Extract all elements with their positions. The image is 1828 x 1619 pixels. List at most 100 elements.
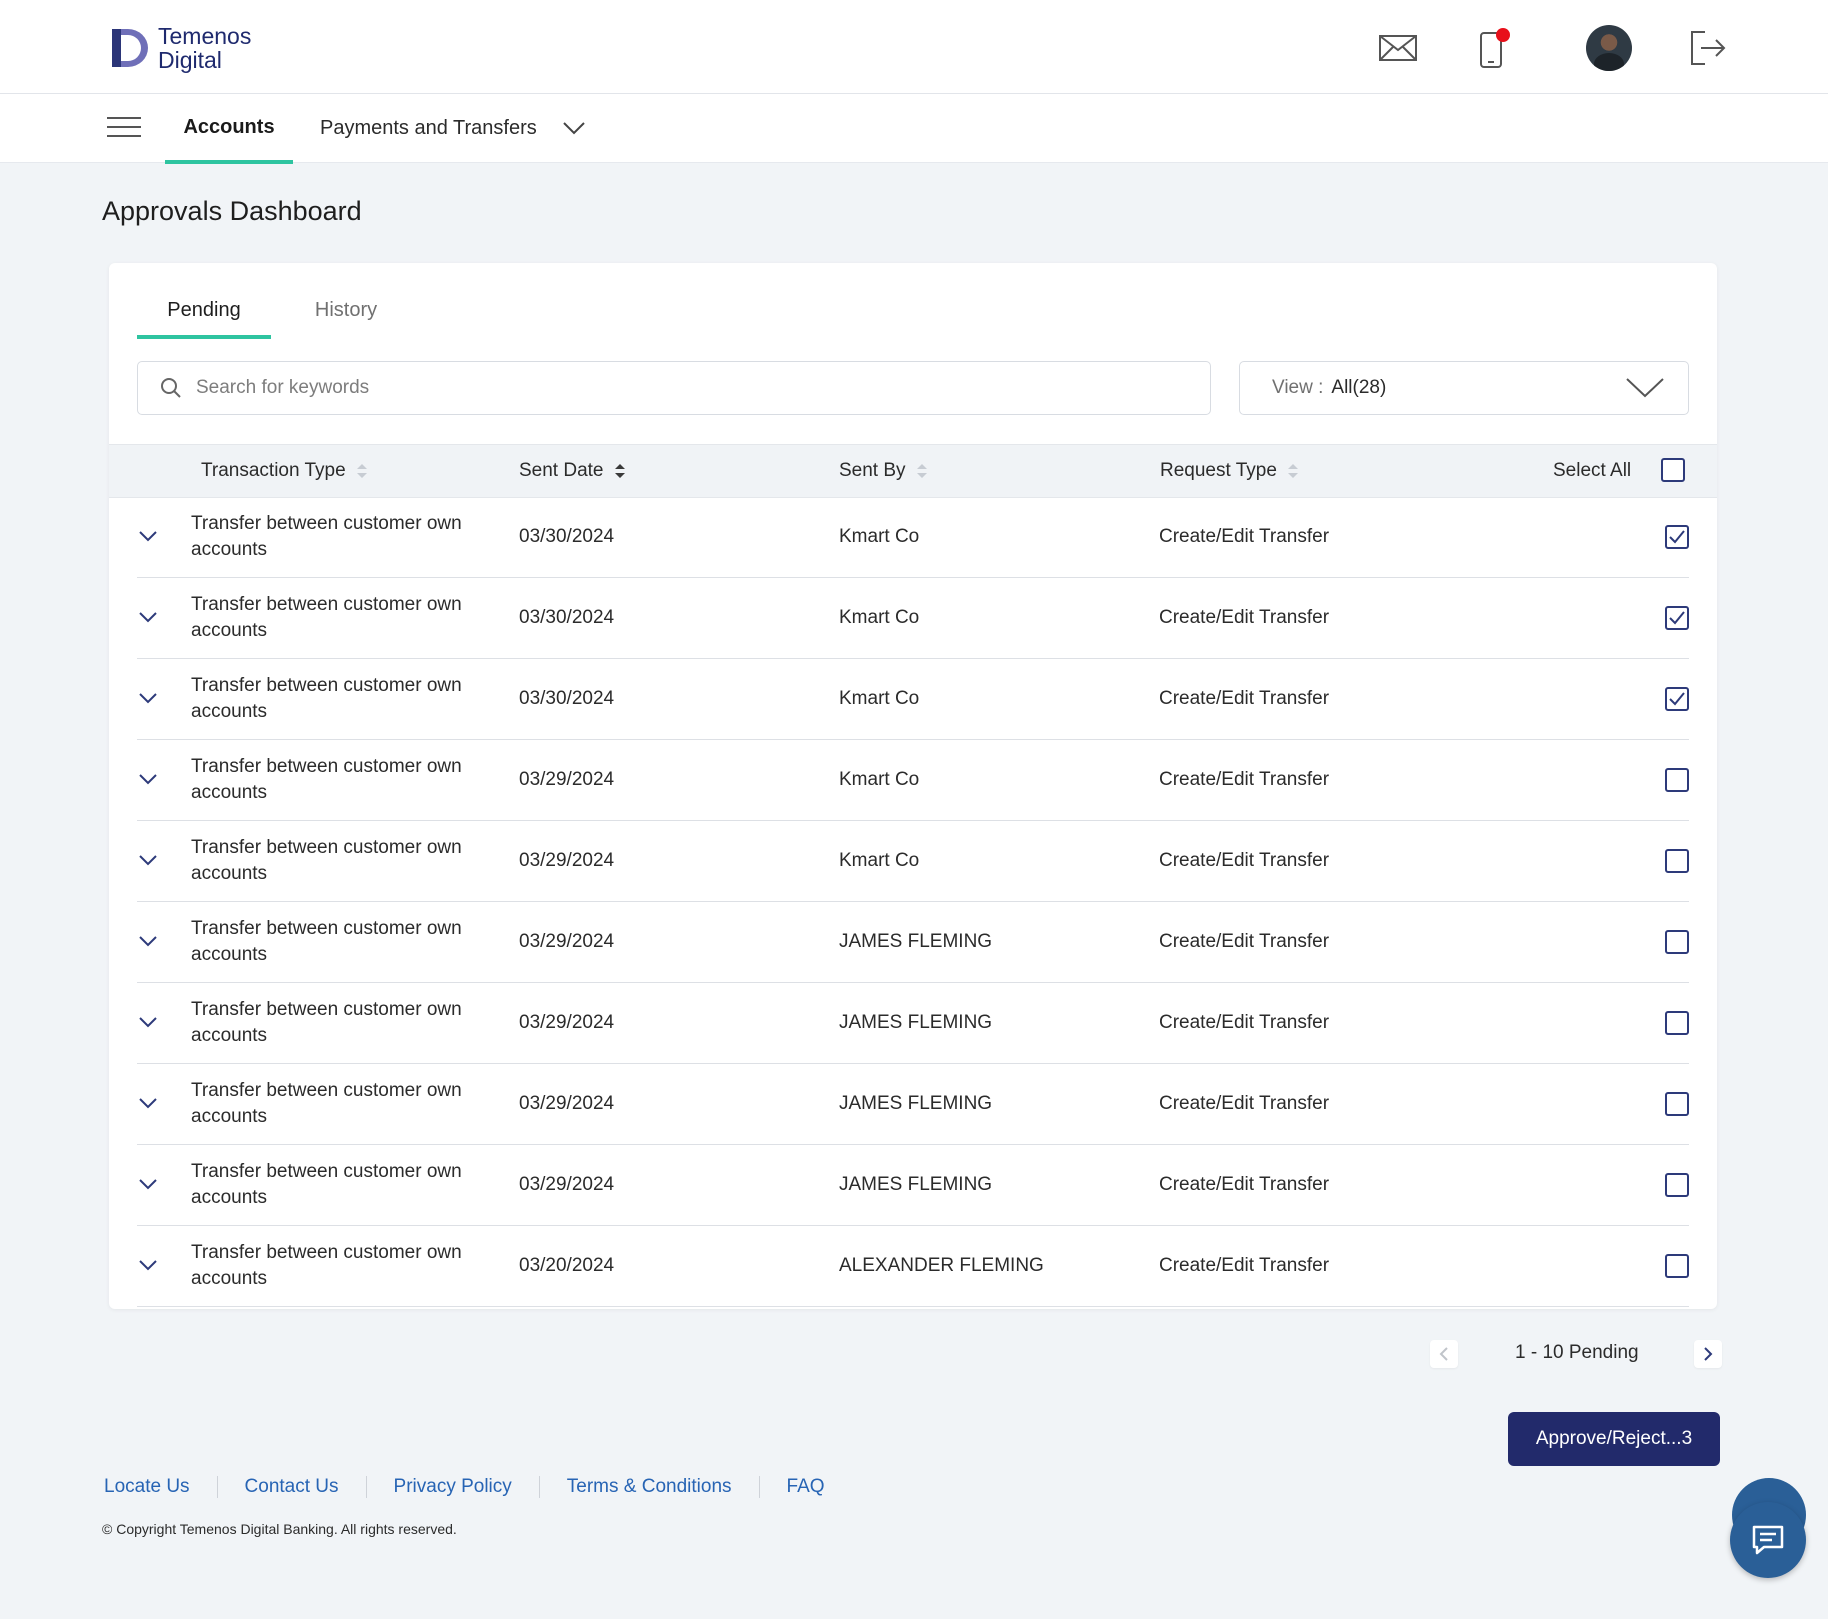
expand-row-chevron-icon[interactable] — [137, 1011, 159, 1033]
table-row[interactable]: Transfer between customer own accounts 03… — [137, 1145, 1689, 1226]
next-page-button[interactable] — [1694, 1340, 1722, 1368]
column-header-sent-date[interactable]: Sent Date — [519, 445, 626, 497]
column-header-sent-by[interactable]: Sent By — [839, 445, 928, 497]
cell-sent-date: 03/29/2024 — [519, 1093, 615, 1114]
sort-icon — [1287, 464, 1298, 478]
view-filter-dropdown[interactable]: View : All(28) — [1239, 361, 1689, 415]
cell-sent-by: Kmart Co — [839, 850, 920, 871]
search-icon — [161, 378, 181, 398]
cell-sent-date: 03/29/2024 — [519, 769, 615, 790]
cell-request-type: Create/Edit Transfer — [1159, 931, 1330, 952]
row-checkbox[interactable] — [1665, 606, 1689, 630]
cell-sent-by: Kmart Co — [839, 526, 920, 547]
cell-request-type: Create/Edit Transfer — [1159, 1174, 1330, 1195]
logout-icon[interactable] — [1686, 26, 1730, 70]
cell-sent-by: ALEXANDER FLEMING — [839, 1255, 1044, 1276]
chat-button[interactable] — [1730, 1502, 1806, 1578]
view-value: All(28) — [1331, 377, 1387, 398]
approvals-card: Pending History View : All(28) Transacti… — [109, 263, 1717, 1309]
approve-reject-button[interactable]: Approve/Reject...3 — [1508, 1412, 1720, 1466]
tab-pending[interactable]: Pending — [137, 285, 271, 339]
copyright-text: © Copyright Temenos Digital Banking. All… — [102, 1521, 457, 1537]
cell-sent-by: Kmart Co — [839, 607, 920, 628]
footer-link-terms-conditions[interactable]: Terms & Conditions — [567, 1476, 732, 1498]
cell-sent-by: JAMES FLEMING — [839, 931, 993, 952]
row-checkbox[interactable] — [1665, 1092, 1689, 1116]
table-row[interactable]: Transfer between customer own accounts 03… — [137, 902, 1689, 983]
table-row[interactable]: Transfer between customer own accounts 03… — [137, 1226, 1689, 1307]
nav-tab-payments-transfers[interactable]: Payments and Transfers — [320, 94, 585, 162]
table-row[interactable]: Transfer between customer own accounts 03… — [137, 1064, 1689, 1145]
cell-sent-date: 03/30/2024 — [519, 688, 615, 709]
footer-divider — [758, 1476, 760, 1498]
table-row[interactable]: Transfer between customer own accounts 03… — [137, 497, 1689, 578]
previous-page-button[interactable] — [1430, 1340, 1458, 1368]
footer-link-faq[interactable]: FAQ — [787, 1476, 825, 1498]
row-checkbox[interactable] — [1665, 1173, 1689, 1197]
sort-icon — [356, 464, 367, 478]
cell-transaction-type: Transfer between customer own accounts — [191, 675, 462, 722]
page-title: Approvals Dashboard — [102, 196, 362, 226]
row-checkbox[interactable] — [1665, 525, 1689, 549]
nav-tab-accounts[interactable]: Accounts — [165, 94, 293, 164]
cell-transaction-type: Transfer between customer own accounts — [191, 756, 462, 803]
cell-sent-date: 03/29/2024 — [519, 1012, 615, 1033]
expand-row-chevron-icon[interactable] — [137, 1173, 159, 1195]
cell-request-type: Create/Edit Transfer — [1159, 850, 1330, 871]
row-checkbox[interactable] — [1665, 768, 1689, 792]
table-row[interactable]: Transfer between customer own accounts 03… — [137, 821, 1689, 902]
cell-sent-date: 03/30/2024 — [519, 526, 615, 547]
row-checkbox[interactable] — [1665, 687, 1689, 711]
footer-link-contact-us[interactable]: Contact Us — [245, 1476, 339, 1498]
brand-logo[interactable]: Temenos Digital — [110, 24, 251, 72]
expand-row-chevron-icon[interactable] — [137, 1092, 159, 1114]
expand-row-chevron-icon[interactable] — [137, 606, 159, 628]
cell-sent-date: 03/20/2024 — [519, 1255, 615, 1276]
expand-row-chevron-icon[interactable] — [137, 1254, 159, 1276]
cell-sent-date: 03/29/2024 — [519, 850, 615, 871]
column-header-request-type[interactable]: Request Type — [1160, 445, 1299, 497]
cell-transaction-type: Transfer between customer own accounts — [191, 918, 462, 965]
cell-sent-date: 03/30/2024 — [519, 607, 615, 628]
table-header: Transaction Type Sent Date Sent By Reque… — [109, 444, 1717, 498]
cell-sent-by: JAMES FLEMING — [839, 1012, 993, 1033]
table-row[interactable]: Transfer between customer own accounts 03… — [137, 983, 1689, 1064]
row-checkbox[interactable] — [1665, 849, 1689, 873]
sort-icon — [916, 464, 927, 478]
expand-row-chevron-icon[interactable] — [137, 768, 159, 790]
footer-divider — [365, 1476, 367, 1498]
nav-payments-label: Payments and Transfers — [320, 116, 537, 139]
expand-row-chevron-icon[interactable] — [137, 687, 159, 709]
cell-sent-date: 03/29/2024 — [519, 1174, 615, 1195]
column-header-transaction-type[interactable]: Transaction Type — [201, 445, 368, 497]
row-checkbox[interactable] — [1665, 1254, 1689, 1278]
checkmark-icon — [1669, 611, 1685, 625]
expand-row-chevron-icon[interactable] — [137, 849, 159, 871]
mail-icon[interactable] — [1376, 26, 1420, 70]
sort-icon — [614, 464, 625, 478]
row-checkbox[interactable] — [1665, 1011, 1689, 1035]
cell-request-type: Create/Edit Transfer — [1159, 1093, 1330, 1114]
table-row[interactable]: Transfer between customer own accounts 03… — [137, 659, 1689, 740]
nav-accounts-label: Accounts — [183, 115, 275, 138]
expand-row-chevron-icon[interactable] — [137, 930, 159, 952]
footer-divider — [216, 1476, 218, 1498]
select-all-checkbox[interactable] — [1661, 458, 1685, 482]
checkmark-icon — [1669, 692, 1685, 706]
footer-link-locate-us[interactable]: Locate Us — [104, 1476, 190, 1498]
expand-row-chevron-icon[interactable] — [137, 525, 159, 547]
search-input[interactable] — [194, 376, 1178, 400]
row-checkbox[interactable] — [1665, 930, 1689, 954]
avatar[interactable] — [1586, 25, 1632, 71]
footer-link-privacy-policy[interactable]: Privacy Policy — [394, 1476, 512, 1498]
hamburger-menu-icon[interactable] — [107, 117, 141, 139]
chevron-down-icon — [563, 122, 585, 135]
table-row[interactable]: Transfer between customer own accounts 03… — [137, 740, 1689, 821]
cell-request-type: Create/Edit Transfer — [1159, 688, 1330, 709]
mobile-notification-icon[interactable] — [1473, 26, 1517, 70]
table-row[interactable]: Transfer between customer own accounts 03… — [137, 578, 1689, 659]
cell-transaction-type: Transfer between customer own accounts — [191, 513, 462, 560]
tab-history[interactable]: History — [279, 285, 413, 335]
brand-name: Temenos Digital — [158, 24, 251, 72]
chevron-left-icon — [1439, 1347, 1448, 1361]
